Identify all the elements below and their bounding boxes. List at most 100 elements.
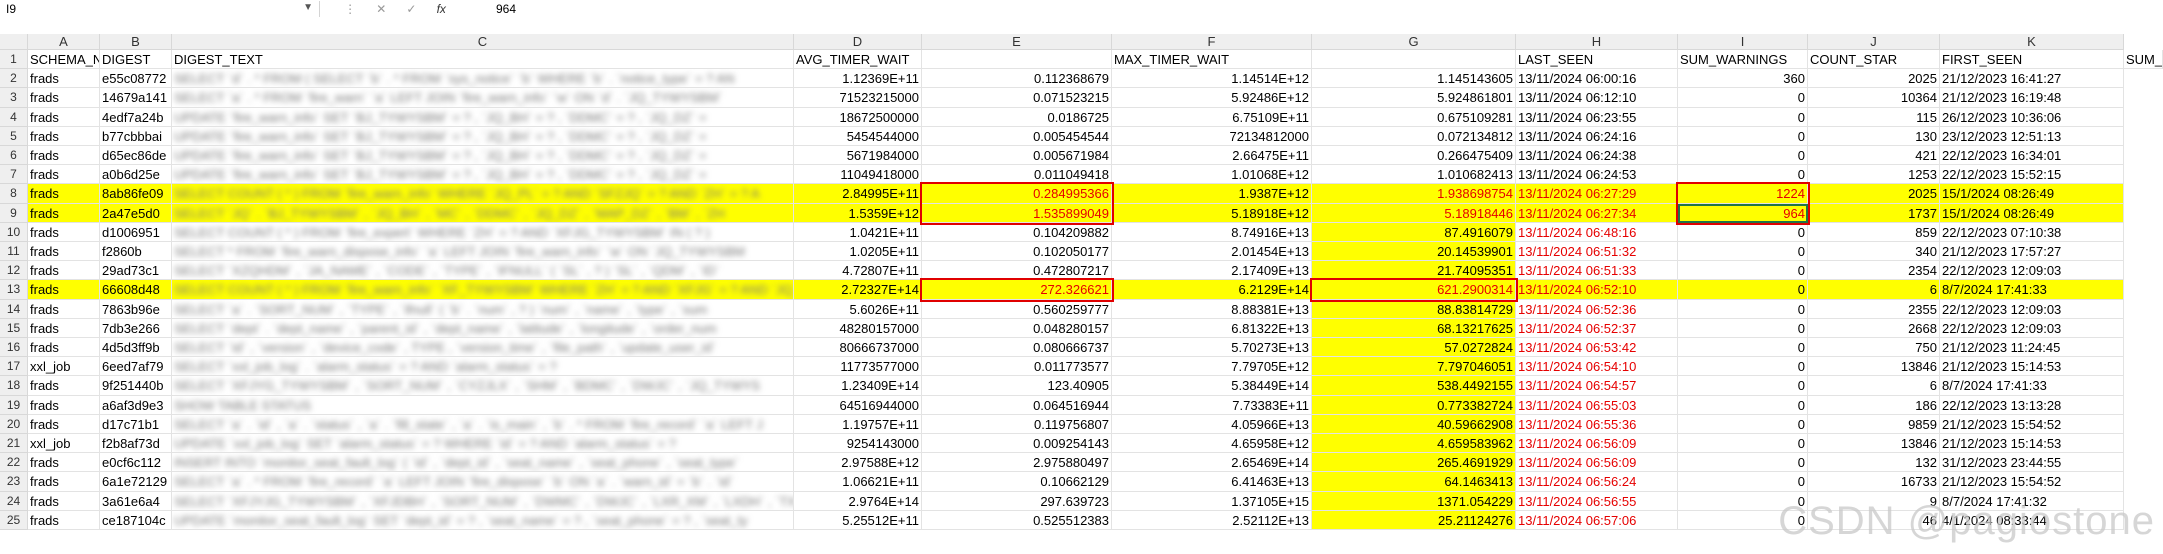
row-header[interactable]: 14 xyxy=(0,299,28,319)
cell-j[interactable]: 1253 xyxy=(1808,165,1940,185)
cell-i[interactable]: 0 xyxy=(1678,280,1808,300)
cell-f[interactable]: 5.70273E+13 xyxy=(1112,338,1312,358)
cell-f[interactable]: 2.52112E+13 xyxy=(1112,510,1312,530)
cell-h[interactable]: 13/11/2024 06:56:55 xyxy=(1516,491,1678,511)
cell-j[interactable]: 750 xyxy=(1808,338,1940,358)
cell-h[interactable]: 13/11/2024 06:24:38 xyxy=(1516,146,1678,166)
cell-a[interactable]: xxl_job xyxy=(28,434,100,454)
cell-e[interactable]: 0.112368679 xyxy=(922,69,1112,89)
cell-k[interactable]: 22/12/2023 13:13:28 xyxy=(1940,395,2124,415)
cell-k[interactable]: 21/12/2023 16:41:27 xyxy=(1940,69,2124,89)
cell-b[interactable]: 14679a141 xyxy=(100,88,172,108)
cell-i[interactable]: 0 xyxy=(1678,299,1808,319)
cell-g[interactable]: 64.1463413 xyxy=(1312,472,1516,492)
cell-e[interactable]: 0.011049418 xyxy=(922,165,1112,185)
cell-h[interactable]: 13/11/2024 06:27:29 xyxy=(1516,184,1678,204)
cell-c[interactable]: SELECT `JQ` . `BJ_TYWYSBM` , `JQ_BH` , `… xyxy=(172,203,794,223)
cell-f[interactable]: 2.65469E+14 xyxy=(1112,453,1312,473)
cell-j[interactable]: 2025 xyxy=(1808,184,1940,204)
cell-b[interactable]: 6a1e72129 xyxy=(100,472,172,492)
cell-e[interactable]: 0.064516944 xyxy=(922,395,1112,415)
cell-k[interactable]: 21/12/2023 15:14:53 xyxy=(1940,357,2124,377)
cell-i[interactable]: 0 xyxy=(1678,146,1808,166)
cell-k[interactable]: 21/12/2023 15:54:52 xyxy=(1940,414,2124,434)
cell-c[interactable]: SELECT `d` . * FROM ( SELECT `b` . * FRO… xyxy=(172,69,794,89)
cell-g[interactable]: 0.773382724 xyxy=(1312,395,1516,415)
cell-f[interactable]: 1.14514E+12 xyxy=(1112,69,1312,89)
cell-b[interactable]: 7db3e266 xyxy=(100,318,172,338)
cell-h[interactable]: 13/11/2024 06:56:24 xyxy=(1516,472,1678,492)
cell-g[interactable]: 21.74095351 xyxy=(1312,261,1516,281)
cell-a[interactable]: SCHEMA_NA xyxy=(28,50,100,70)
cell-f[interactable]: 7.73383E+11 xyxy=(1112,395,1312,415)
cell-c[interactable]: SHOW TABLE STATUS xyxy=(172,395,794,415)
cell-a[interactable]: frads xyxy=(28,318,100,338)
cell-h[interactable]: LAST_SEEN xyxy=(1516,50,1678,70)
cell-d[interactable]: 5454544000 xyxy=(794,126,922,146)
cell-d[interactable]: 2.84995E+11 xyxy=(794,184,922,204)
cell-i[interactable]: 1224 xyxy=(1678,184,1808,204)
cell-c[interactable]: SELECT `a` . `SORT_NUM` , `TYPE` , `ifnu… xyxy=(172,299,794,319)
cell-g[interactable]: 7.797046051 xyxy=(1312,357,1516,377)
cell-a[interactable]: frads xyxy=(28,261,100,281)
cell-j[interactable]: 1737 xyxy=(1808,203,1940,223)
cell-h[interactable]: 13/11/2024 06:48:16 xyxy=(1516,222,1678,242)
cell-e[interactable] xyxy=(922,50,1112,70)
cell-f[interactable]: 2.17409E+13 xyxy=(1112,261,1312,281)
cell-j[interactable]: 10364 xyxy=(1808,88,1940,108)
row-header[interactable]: 7 xyxy=(0,165,28,185)
cell-j[interactable]: 2668 xyxy=(1808,318,1940,338)
cell-d[interactable]: 5.25512E+11 xyxy=(794,510,922,530)
cell-b[interactable]: d1006951 xyxy=(100,222,172,242)
cell-i[interactable]: 0 xyxy=(1678,434,1808,454)
cell-e[interactable]: 0.102050177 xyxy=(922,242,1112,262)
cell-b[interactable]: 8ab86fe09 xyxy=(100,184,172,204)
cell-d[interactable]: 1.12369E+11 xyxy=(794,69,922,89)
confirm-icon[interactable]: ✓ xyxy=(406,2,416,16)
cell-a[interactable]: frads xyxy=(28,69,100,89)
column-header-b[interactable]: B xyxy=(100,34,172,50)
cell-j[interactable]: 2355 xyxy=(1808,299,1940,319)
cell-b[interactable]: 66608d48 xyxy=(100,280,172,300)
cell-i[interactable]: 0 xyxy=(1678,318,1808,338)
column-header-j[interactable]: J xyxy=(1808,34,1940,50)
cell-e[interactable]: 2.975880497 xyxy=(922,453,1112,473)
cell-d[interactable]: 5.6026E+11 xyxy=(794,299,922,319)
cell-b[interactable]: d65ec86de xyxy=(100,146,172,166)
cell-j[interactable]: 132 xyxy=(1808,453,1940,473)
cell-i[interactable]: 0 xyxy=(1678,395,1808,415)
cell-b[interactable]: e55c08772 xyxy=(100,69,172,89)
cell-h[interactable]: 13/11/2024 06:55:03 xyxy=(1516,395,1678,415)
cell-e[interactable]: 272.326621 xyxy=(922,280,1112,300)
cell-j[interactable]: 6 xyxy=(1808,280,1940,300)
cell-i[interactable]: 0 xyxy=(1678,472,1808,492)
name-box[interactable]: I9 ▼ xyxy=(0,1,320,17)
cell-a[interactable]: frads xyxy=(28,146,100,166)
cell-f[interactable]: 6.81322E+13 xyxy=(1112,318,1312,338)
chevron-down-icon[interactable]: ▼ xyxy=(303,2,313,13)
cell-f[interactable]: 4.05966E+13 xyxy=(1112,414,1312,434)
cell-g[interactable]: 88.83814729 xyxy=(1312,299,1516,319)
formula-input[interactable]: 964 xyxy=(470,2,516,16)
more-icon[interactable]: ⋮ xyxy=(344,2,356,16)
cell-i[interactable]: 0 xyxy=(1678,376,1808,396)
cell-e[interactable]: 0.009254143 xyxy=(922,434,1112,454)
cell-c[interactable]: UPDATE `fire_warn_info` SET `BJ_TYWYSBM`… xyxy=(172,126,794,146)
cancel-icon[interactable]: ✕ xyxy=(376,2,386,16)
cell-a[interactable]: frads xyxy=(28,165,100,185)
cell-i[interactable]: 0 xyxy=(1678,453,1808,473)
cell-h[interactable]: 13/11/2024 06:56:09 xyxy=(1516,453,1678,473)
row-header[interactable]: 9 xyxy=(0,203,28,223)
cell-g[interactable]: 1.010682413 xyxy=(1312,165,1516,185)
cell-h[interactable]: 13/11/2024 06:12:10 xyxy=(1516,88,1678,108)
cell-d[interactable]: 1.0421E+11 xyxy=(794,222,922,242)
cell-c[interactable]: SELECT `dept` . `dept_name` , `parent_id… xyxy=(172,318,794,338)
cell-j[interactable]: COUNT_STAR xyxy=(1808,50,1940,70)
function-icon[interactable]: fx xyxy=(437,2,446,16)
cell-d[interactable]: 4.72807E+11 xyxy=(794,261,922,281)
cell-h[interactable]: 13/11/2024 06:24:16 xyxy=(1516,126,1678,146)
cell-h[interactable]: 13/11/2024 06:52:36 xyxy=(1516,299,1678,319)
cell-g[interactable]: 40.59662908 xyxy=(1312,414,1516,434)
cell-g[interactable]: 87.4916079 xyxy=(1312,222,1516,242)
cell-h[interactable]: 13/11/2024 06:54:10 xyxy=(1516,357,1678,377)
